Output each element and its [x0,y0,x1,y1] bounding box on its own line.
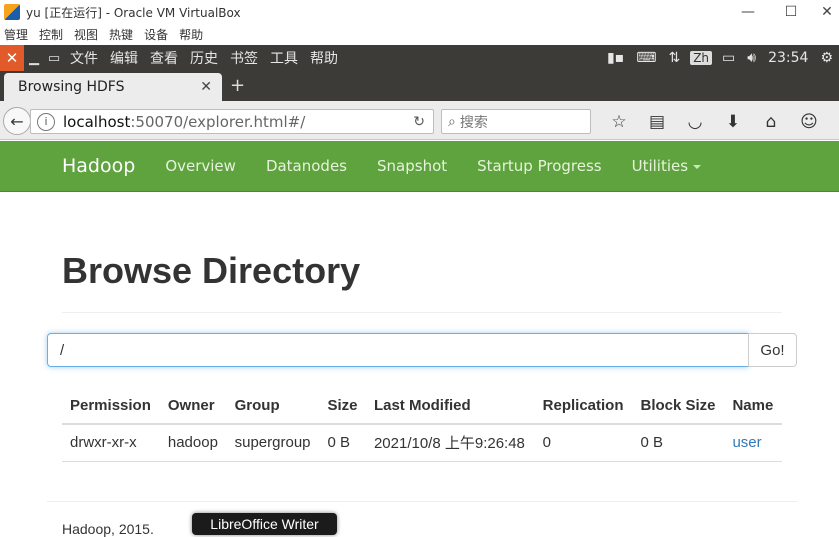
nav-startup-progress[interactable]: Startup Progress [477,157,601,175]
network-icon[interactable]: ⇅ [662,50,686,66]
tab-close-icon[interactable]: ✕ [200,79,212,95]
power-icon[interactable]: ⚙ [814,50,839,66]
download-icon[interactable]: ⬇ [714,112,752,132]
hamburger-menu-icon[interactable]: ≡ [828,112,839,132]
footer-divider [47,501,797,502]
column-block-size[interactable]: Block Size [632,387,725,425]
window-title: yu [正在运行] - Oracle VM VirtualBox [26,5,241,20]
cell-block-size: 0 B [632,424,725,462]
column-name[interactable]: Name [724,387,782,425]
nav-utilities[interactable]: Utilities [631,157,702,175]
nav-overview[interactable]: Overview [165,157,236,175]
nav-datanodes[interactable]: Datanodes [266,157,347,175]
tab-browsing-hdfs[interactable]: Browsing HDFS ✕ [4,73,222,101]
keyboard-icon[interactable]: ⌨ [630,50,662,66]
reading-list-icon[interactable]: ▤ [638,112,676,132]
column-owner[interactable]: Owner [159,387,227,425]
hadoop-brand[interactable]: Hadoop [62,155,135,177]
app-menu-view[interactable]: 查看 [144,48,184,68]
go-button[interactable]: Go! [748,333,797,367]
virtualbox-title-bar: yu [正在运行] - Oracle VM VirtualBox — ☐ ✕ [0,0,839,24]
cell-replication: 0 [534,424,633,462]
minimize-icon[interactable]: ▁ [24,51,44,66]
cell-permission: drwxr-xr-x [62,424,160,462]
column-last-modified[interactable]: Last Modified [365,387,535,425]
pocket-icon[interactable]: ◡ [676,112,714,132]
toolbar-icons: ☆ ▤ ◡ ⬇ ⌂ ☺ ≡ [600,109,839,134]
url-path: :50070/explorer.html#/ [130,112,306,131]
column-size[interactable]: Size [319,387,366,425]
directory-link-user[interactable]: user [732,434,761,451]
tab-title: Browsing HDFS [18,79,125,95]
vbox-menu-control[interactable]: 控制 [35,26,70,43]
search-input[interactable]: ⌕ 搜索 [441,109,591,134]
virtualbox-menu-bar: 管理 控制 视图 热键 设备 帮助 [0,24,839,45]
vbox-menu-hotkeys[interactable]: 热键 [105,26,140,43]
cell-last-modified: 2021/10/8 上午9:26:48 [365,424,535,462]
browser-nav-bar: ← i localhost:50070/explorer.html#/ ↻ ⌕ … [0,101,839,140]
url-bar[interactable]: i localhost:50070/explorer.html#/ ↻ [30,109,434,134]
ubuntu-top-panel: ✕ ▁ ▭ 文件 编辑 查看 历史 书签 工具 帮助 ▮▪ ⌨ ⇅ Zh ▭ 🔊… [0,45,839,71]
vbox-menu-devices[interactable]: 设备 [140,26,175,43]
new-tab-button[interactable]: + [230,75,245,96]
file-table: Permission Owner Group Size Last Modifie… [62,387,782,462]
footer-text: Hadoop, 2015. [62,521,154,537]
search-icon: ⌕ [448,113,456,130]
battery-icon[interactable]: ▮▪ [601,50,630,66]
battery-status-icon[interactable]: ▭ [716,50,741,66]
title-divider [62,312,782,313]
column-replication[interactable]: Replication [534,387,633,425]
url-host: localhost [63,112,131,131]
cell-owner: hadoop [159,424,227,462]
minimize-button[interactable]: — [733,0,763,24]
app-menu-edit[interactable]: 编辑 [104,48,144,68]
page-title: Browse Directory [62,250,361,291]
bookmark-star-icon[interactable]: ☆ [600,112,638,132]
clock[interactable]: 23:54 [762,50,814,66]
close-icon[interactable]: ✕ [0,45,24,71]
table-row: drwxr-xr-x hadoop supergroup 0 B 2021/10… [62,424,782,462]
column-permission[interactable]: Permission [62,387,160,425]
back-arrow-icon[interactable]: ← [3,107,31,135]
taskbar-tooltip: LibreOffice Writer [192,513,337,535]
vbox-menu-manage[interactable]: 管理 [0,26,35,43]
app-menu-tools[interactable]: 工具 [264,48,304,68]
directory-path-input[interactable] [47,333,749,367]
home-icon[interactable]: ⌂ [752,112,790,132]
browser-tab-bar: Browsing HDFS ✕ + [0,71,839,101]
table-header-row: Permission Owner Group Size Last Modifie… [62,387,782,425]
nav-snapshot[interactable]: Snapshot [377,157,447,175]
vbox-menu-help[interactable]: 帮助 [175,26,210,43]
smiley-icon[interactable]: ☺ [790,112,828,132]
app-menu-bookmarks[interactable]: 书签 [224,48,264,68]
volume-icon[interactable]: 🔊︎ [741,50,762,66]
cell-size: 0 B [319,424,366,462]
virtualbox-app-icon [4,4,20,20]
nav-utilities-label: Utilities [631,157,689,175]
column-group[interactable]: Group [226,387,320,425]
caret-down-icon [693,164,702,169]
search-placeholder: 搜索 [459,114,488,131]
vbox-menu-view[interactable]: 视图 [70,26,105,43]
panel-indicators: ▮▪ ⌨ ⇅ Zh ▭ 🔊︎ 23:54 ⚙ [601,45,839,71]
app-menu-help[interactable]: 帮助 [304,48,344,68]
input-method-indicator[interactable]: Zh [690,51,713,65]
window-close-button[interactable]: ✕ [812,0,839,24]
app-menu-history[interactable]: 历史 [184,48,224,68]
hadoop-navbar: Hadoop Overview Datanodes Snapshot Start… [0,141,839,192]
restore-icon[interactable]: ▭ [44,51,64,66]
site-info-icon[interactable]: i [37,112,55,131]
app-menu-file[interactable]: 文件 [64,48,104,68]
reload-icon[interactable]: ↻ [413,114,425,130]
cell-group: supergroup [226,424,320,462]
cell-name: user [724,424,782,462]
maximize-button[interactable]: ☐ [776,0,806,24]
